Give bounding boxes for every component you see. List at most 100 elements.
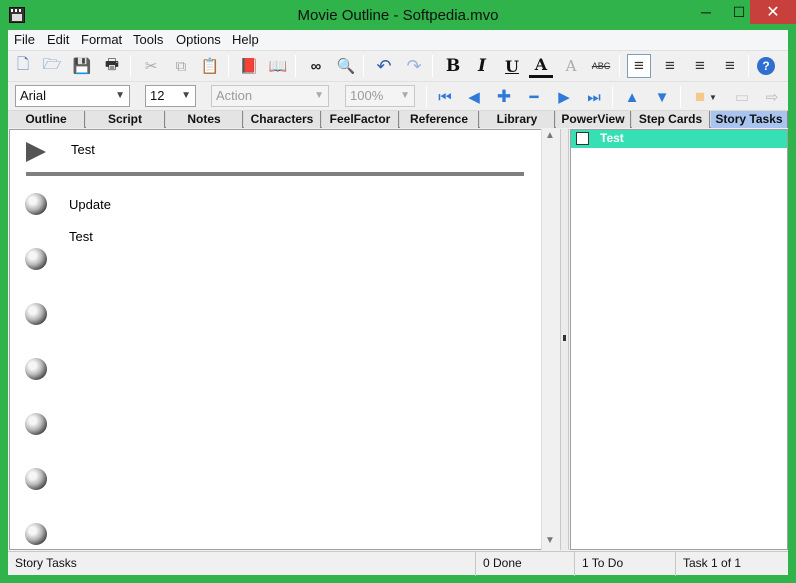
font-select[interactable]: Arial ▼ xyxy=(15,85,130,107)
previous-item-icon[interactable]: ◀ xyxy=(462,85,486,109)
format-toolbar: Arial ▼ 12 ▼ Action ▼ 100% ▼ ⏮ ◀ ✚ ━ ▶ ⏭ ▲ ▼… xyxy=(8,81,788,109)
close-button[interactable]: ✕ xyxy=(750,0,796,24)
title-bar[interactable]: Movie Outline - Softpedia.mvo ─ ☐ ✕ xyxy=(0,0,796,30)
justify-icon[interactable]: ≡ xyxy=(718,54,742,78)
bullet-icon xyxy=(25,468,47,490)
zoom-select-value: 100% xyxy=(350,88,384,103)
toolbar-separator xyxy=(432,55,433,77)
print-icon[interactable]: 🖶 xyxy=(100,54,124,78)
toolbar-separator xyxy=(130,55,131,77)
help-icon[interactable]: ? xyxy=(757,57,775,75)
font-color-icon[interactable]: A xyxy=(529,54,553,78)
menu-format[interactable]: Format xyxy=(81,32,122,47)
menu-help[interactable]: Help xyxy=(232,32,259,47)
book-open-icon[interactable]: 📖 xyxy=(266,54,290,78)
toolbar-separator xyxy=(612,86,613,108)
scroll-down-icon[interactable]: ▼ xyxy=(545,535,555,546)
save-icon[interactable]: 💾 xyxy=(70,54,94,78)
tab-story-tasks[interactable]: Story Tasks xyxy=(711,111,788,128)
splitter-grip[interactable] xyxy=(563,335,566,341)
font-select-value: Arial xyxy=(20,88,47,103)
toolbar-separator xyxy=(680,86,681,108)
tab-outline[interactable]: Outline xyxy=(8,111,85,128)
toolbar-separator xyxy=(363,55,364,77)
copy-icon[interactable]: ⧉ xyxy=(169,54,193,78)
window-title: Movie Outline - Softpedia.mvo xyxy=(297,7,499,24)
status-done-count: 0 Done xyxy=(475,552,574,576)
chevron-down-icon: ▼ xyxy=(181,90,191,101)
italic-icon[interactable]: I xyxy=(470,54,494,78)
export-icon[interactable]: ⇨ xyxy=(760,85,784,109)
bullet-icon xyxy=(25,248,47,270)
chevron-down-icon[interactable]: ▼ xyxy=(706,85,720,109)
menu-edit[interactable]: Edit xyxy=(47,32,69,47)
font-size-select[interactable]: 12 ▼ xyxy=(145,85,196,107)
tab-powerview[interactable]: PowerView xyxy=(556,111,631,128)
binoculars-icon[interactable]: ∞ xyxy=(304,54,328,78)
redo-icon[interactable]: ↷ xyxy=(402,54,426,78)
last-item-icon[interactable]: ⏭ xyxy=(582,85,606,109)
status-task-position: Task 1 of 1 xyxy=(675,552,788,576)
cut-icon[interactable]: ✂ xyxy=(139,54,163,78)
undo-icon[interactable]: ↶ xyxy=(372,54,396,78)
next-item-icon[interactable]: ▶ xyxy=(552,85,576,109)
open-folder-icon[interactable]: 🗁 xyxy=(40,54,64,78)
note-line-test[interactable]: Test xyxy=(69,229,93,244)
main-toolbar: 🗋 🗁 💾 🖶 ✂ ⧉ 📋 📕 📖 ∞ 🔍 ↶ ↷ B I U A A ABC xyxy=(8,50,788,80)
bullet-icon xyxy=(25,413,47,435)
zoom-select[interactable]: 100% ▼ xyxy=(345,85,415,107)
remove-item-icon[interactable]: ━ xyxy=(522,85,546,109)
status-bar: Story Tasks 0 Done 1 To Do Task 1 of 1 xyxy=(8,551,788,576)
bold-icon[interactable]: B xyxy=(441,54,465,78)
add-item-icon[interactable]: ✚ xyxy=(492,85,516,109)
bullet-icon xyxy=(25,193,47,215)
move-down-icon[interactable]: ▼ xyxy=(650,85,674,109)
bullet-icon xyxy=(25,303,47,325)
tab-characters[interactable]: Characters xyxy=(244,111,321,128)
task-row[interactable]: Test xyxy=(571,130,787,148)
scroll-up-icon[interactable]: ▲ xyxy=(545,130,555,141)
clear-format-icon[interactable]: A xyxy=(559,54,583,78)
font-size-value: 12 xyxy=(150,88,165,103)
spell-check-icon[interactable]: ABC xyxy=(589,54,613,78)
toolbar-separator xyxy=(619,55,620,77)
client-area: File Edit Format Tools Options Help 🗋 🗁 … xyxy=(8,30,788,576)
task-notes-pane[interactable]: Test Update Test xyxy=(9,129,542,550)
chevron-down-icon: ▼ xyxy=(115,90,125,101)
toolbar-separator xyxy=(426,86,427,108)
play-icon[interactable] xyxy=(26,142,46,162)
task-checkbox[interactable] xyxy=(576,132,589,145)
note-line-update[interactable]: Update xyxy=(69,197,111,212)
tab-library[interactable]: Library xyxy=(480,111,555,128)
align-center-icon[interactable]: ≡ xyxy=(658,54,682,78)
underline-icon[interactable]: U xyxy=(500,54,524,78)
toolbar-separator xyxy=(295,55,296,77)
toolbar-separator xyxy=(228,55,229,77)
divider xyxy=(26,172,524,176)
move-up-icon[interactable]: ▲ xyxy=(620,85,644,109)
menu-tools[interactable]: Tools xyxy=(133,32,163,47)
tab-feelfactor[interactable]: FeelFactor xyxy=(322,111,399,128)
paste-icon[interactable]: 📋 xyxy=(198,54,222,78)
tab-script[interactable]: Script xyxy=(86,111,165,128)
book-red-icon[interactable]: 📕 xyxy=(237,54,261,78)
menu-options[interactable]: Options xyxy=(176,32,221,47)
align-left-icon[interactable]: ≡ xyxy=(627,54,651,78)
tab-notes[interactable]: Notes xyxy=(166,111,243,128)
bullet-icon xyxy=(25,523,47,545)
menu-file[interactable]: File xyxy=(14,32,35,47)
style-select-value: Action xyxy=(216,88,253,103)
first-item-icon[interactable]: ⏮ xyxy=(433,85,457,109)
minimize-button[interactable]: ─ xyxy=(690,0,722,24)
scene-title: Test xyxy=(71,142,95,157)
pane-splitter[interactable] xyxy=(560,129,569,550)
tab-reference[interactable]: Reference xyxy=(400,111,479,128)
style-select[interactable]: Action ▼ xyxy=(211,85,329,107)
index-card-icon[interactable]: ▭ xyxy=(730,85,754,109)
align-right-icon[interactable]: ≡ xyxy=(688,54,712,78)
tab-step-cards[interactable]: Step Cards xyxy=(632,111,710,128)
vertical-scrollbar[interactable]: ▲ ▼ xyxy=(541,129,558,550)
find-icon[interactable]: 🔍 xyxy=(334,54,358,78)
new-document-icon[interactable]: 🗋 xyxy=(11,54,35,78)
bullet-icon xyxy=(25,358,47,380)
